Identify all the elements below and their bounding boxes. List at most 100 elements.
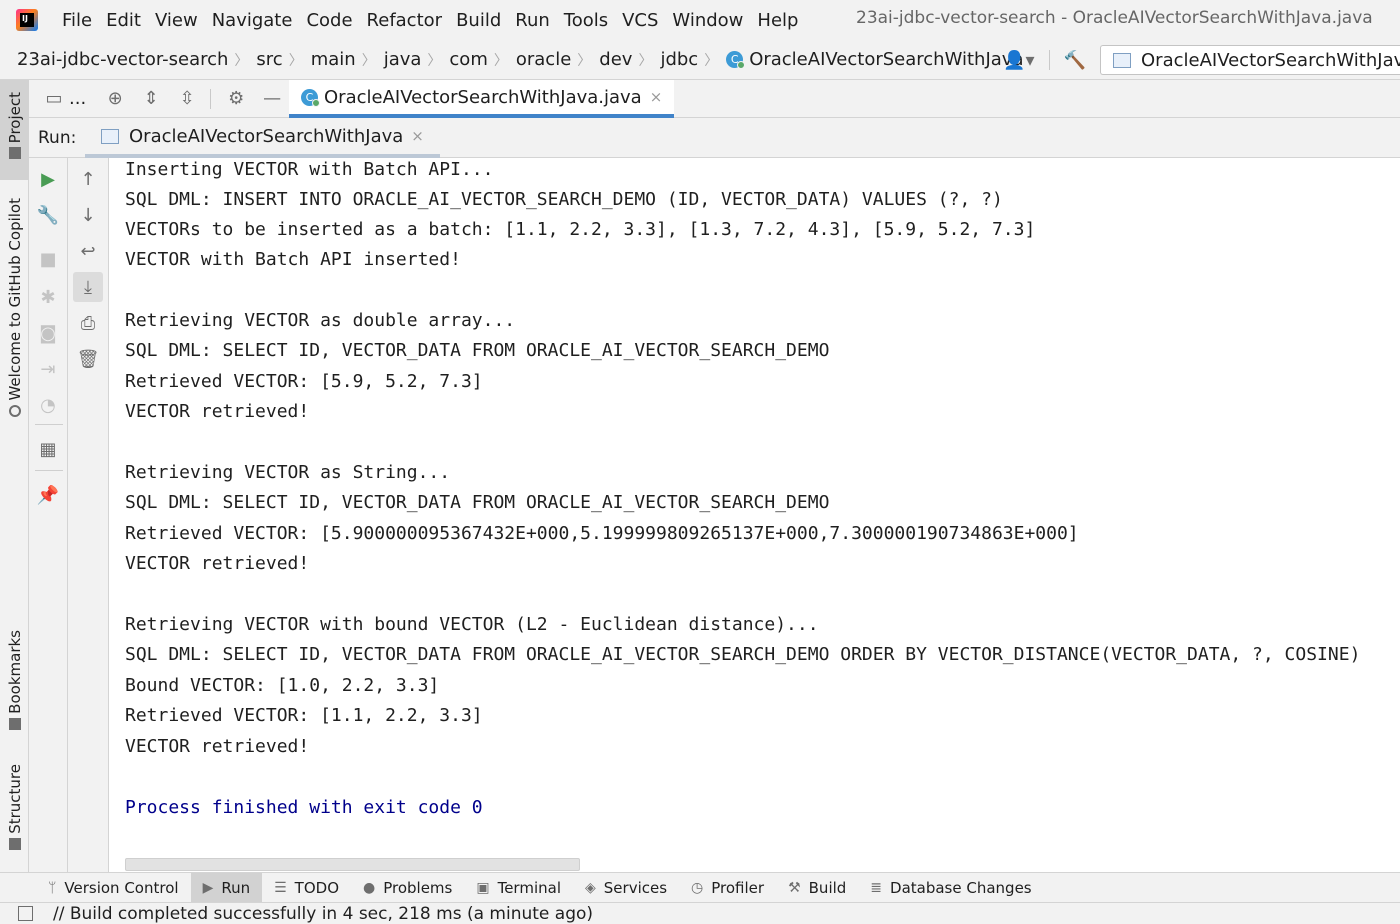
debug-bug-icon[interactable]: ✱ (33, 282, 63, 312)
camera-icon[interactable]: ◙ (33, 318, 63, 348)
more-button[interactable]: ... (69, 88, 86, 109)
horizontal-scrollbar[interactable] (125, 858, 580, 871)
layout-icon[interactable]: ▦ (33, 434, 63, 464)
run-window-header: Run: OracleAIVectorSearchWithJava × (29, 118, 1400, 158)
menu-file[interactable]: File (62, 10, 92, 31)
menu-edit[interactable]: Edit (106, 10, 141, 31)
tool-terminal[interactable]: ▣ Terminal (464, 873, 573, 902)
import-icon[interactable]: ⇥ (33, 354, 63, 384)
bookmarks-tab-label: Bookmarks (5, 630, 24, 714)
intellij-logo-icon[interactable]: IJ (16, 9, 38, 31)
run-toolbar-secondary: ↑ ↓ ↩ ⤓ ⎙ 🗑 (68, 158, 109, 872)
tool-build[interactable]: ⚒ Build (776, 873, 858, 902)
toolbar-divider (1048, 50, 1050, 70)
breadcrumb-class[interactable]: OracleAIVectorSearchWithJava (749, 49, 1023, 70)
project-tool-tab[interactable]: Project (0, 80, 29, 180)
editor-tab-active[interactable]: C OracleAIVectorSearchWithJava.java × (289, 80, 675, 118)
menu-refactor[interactable]: Refactor (367, 10, 443, 31)
tool-problems[interactable]: ● Problems (351, 873, 464, 902)
menu-build[interactable]: Build (456, 10, 501, 31)
run-tab[interactable]: OracleAIVectorSearchWithJava × (85, 118, 440, 158)
console-line: SQL DML: SELECT ID, VECTOR_DATA FROM ORA… (125, 492, 830, 513)
wrench-icon[interactable]: 🔧 (33, 200, 63, 230)
tool-todo[interactable]: ☰ TODO (262, 873, 351, 902)
menu-bar: IJ File Edit View Navigate Code Refactor… (0, 0, 1400, 40)
copilot-tool-tab[interactable]: Welcome to GitHub Copilot (0, 198, 29, 428)
run-toolbar-primary: ▶ 🔧 ■ ✱ ◙ ⇥ ◔ ▦ 📌 (29, 158, 68, 872)
console-output[interactable]: Inserting VECTOR with Batch API... SQL D… (109, 158, 1400, 872)
scroll-to-end-icon[interactable]: ⤓ (73, 272, 103, 302)
tool-todo-label: TODO (294, 878, 339, 897)
menu-view[interactable]: View (155, 10, 198, 31)
close-icon[interactable]: × (650, 88, 663, 106)
window-title: 23ai-jdbc-vector-search - OracleAIVector… (856, 8, 1373, 28)
stop-icon[interactable]: ■ (33, 244, 63, 274)
tool-profiler-label: Profiler (711, 878, 765, 897)
tool-build-label: Build (808, 878, 847, 897)
tool-services[interactable]: ◈ Services (573, 873, 679, 902)
breadcrumb-jdbc[interactable]: jdbc (660, 49, 698, 70)
console-line: Retrieving VECTOR as String... (125, 462, 451, 483)
tool-services-label: Services (603, 878, 668, 897)
arrow-up-icon[interactable]: ↑ (73, 164, 103, 194)
close-icon[interactable]: × (411, 127, 424, 145)
console-line: Retrieving VECTOR with bound VECTOR (L2 … (125, 614, 819, 635)
trash-icon[interactable]: 🗑 (73, 344, 103, 374)
gear-icon[interactable]: ⚙ (225, 88, 247, 109)
console-line: VECTOR retrieved! (125, 736, 310, 757)
breadcrumb: 23ai-jdbc-vector-search 〉 src 〉 main 〉 java… (0, 40, 1400, 80)
window-layout-icon[interactable]: ▭ (43, 88, 65, 109)
run-play-icon: ▶ (202, 879, 214, 896)
console-line: VECTOR retrieved! (125, 553, 310, 574)
tool-run[interactable]: ▶ Run (190, 873, 263, 902)
collapse-all-icon[interactable]: ⇳ (176, 88, 198, 109)
tool-windows-toggle-icon[interactable] (18, 906, 33, 921)
run-configuration-selector[interactable]: OracleAIVectorSearchWithJava (1100, 45, 1400, 75)
structure-tool-tab[interactable]: Structure (0, 764, 29, 864)
soft-wrap-icon[interactable]: ↩ (73, 236, 103, 266)
arrow-down-icon[interactable]: ↓ (73, 200, 103, 230)
exit-code-line: Process finished with exit code 0 (125, 797, 483, 818)
run-config-icon (1113, 52, 1131, 68)
user-account-icon[interactable]: 👤▾ (1003, 50, 1034, 71)
structure-tab-label: Structure (5, 764, 24, 834)
tool-database-changes[interactable]: ≣ Database Changes (858, 873, 1043, 902)
rerun-play-icon[interactable]: ▶ (33, 164, 63, 194)
pin-icon[interactable]: 📌 (33, 480, 63, 510)
expand-all-icon[interactable]: ⇕ (140, 88, 162, 109)
breadcrumb-oracle[interactable]: oracle (516, 49, 571, 70)
tool-problems-label: Problems (383, 878, 453, 897)
menu-window[interactable]: Window (672, 10, 743, 31)
menu-navigate[interactable]: Navigate (212, 10, 293, 31)
breadcrumb-separator-icon: 〉 (288, 52, 303, 69)
tool-database-changes-label: Database Changes (890, 878, 1032, 897)
menu-run[interactable]: Run (515, 10, 550, 31)
tool-profiler[interactable]: ◷ Profiler (679, 873, 776, 902)
console-line: Retrieved VECTOR: [1.1, 2.2, 3.3] (125, 705, 483, 726)
terminal-icon: ▣ (476, 879, 490, 896)
console-line: Retrieving VECTOR as double array... (125, 310, 516, 331)
breadcrumb-com[interactable]: com (449, 49, 487, 70)
minimize-icon[interactable]: — (261, 88, 283, 109)
build-hammer-icon[interactable]: 🔨 (1064, 50, 1086, 71)
editor-tab-label: OracleAIVectorSearchWithJava.java (324, 86, 642, 108)
locate-file-icon[interactable]: ⊕ (104, 88, 126, 109)
menu-vcs[interactable]: VCS (622, 10, 658, 31)
breadcrumb-java[interactable]: java (384, 49, 422, 70)
menu-help[interactable]: Help (757, 10, 798, 31)
console-line: VECTORs to be inserted as a batch: [1.1,… (125, 219, 1036, 240)
services-icon: ◈ (585, 879, 596, 896)
status-message[interactable]: // Build completed successfully in 4 sec… (53, 904, 593, 924)
menu-code[interactable]: Code (306, 10, 352, 31)
bookmarks-tool-tab[interactable]: Bookmarks (0, 630, 29, 740)
breadcrumb-src[interactable]: src (256, 49, 282, 70)
breadcrumb-project[interactable]: 23ai-jdbc-vector-search (17, 49, 228, 70)
coverage-icon[interactable]: ◔ (33, 390, 63, 420)
menu-tools[interactable]: Tools (564, 10, 608, 31)
breadcrumb-dev[interactable]: dev (599, 49, 632, 70)
print-icon[interactable]: ⎙ (73, 308, 103, 338)
tool-version-control[interactable]: ᛘ Version Control (36, 873, 191, 902)
breadcrumb-main[interactable]: main (311, 49, 356, 70)
console-line: Bound VECTOR: [1.0, 2.2, 3.3] (125, 675, 440, 696)
branch-icon: ᛘ (48, 879, 57, 896)
